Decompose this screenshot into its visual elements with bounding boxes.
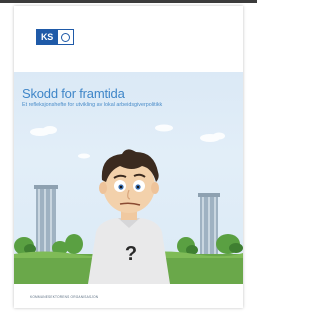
cover-subtitle: Et refleksjonshefte for utvikling av lok…: [22, 102, 163, 108]
cover-title: Skodd for framtida: [22, 86, 125, 101]
cover-illustration: ?: [14, 124, 243, 284]
cover-band: Skodd for framtida Et refleksjonshefte f…: [14, 72, 243, 284]
cover-footer-text: KOMMUNESEKTORENS ORGANISASJON: [30, 295, 99, 299]
question-mark: ?: [125, 243, 137, 265]
cartoon-person: ?: [88, 149, 170, 284]
top-border: [0, 0, 257, 3]
ring-logo-icon: [58, 29, 74, 45]
publication-cover: KS Skodd for framtida Et refleksjonsheft…: [14, 6, 243, 308]
page: KS Skodd for framtida Et refleksjonsheft…: [0, 0, 257, 314]
ks-logo: KS: [36, 29, 74, 45]
ks-logo-icon: KS: [36, 29, 58, 45]
